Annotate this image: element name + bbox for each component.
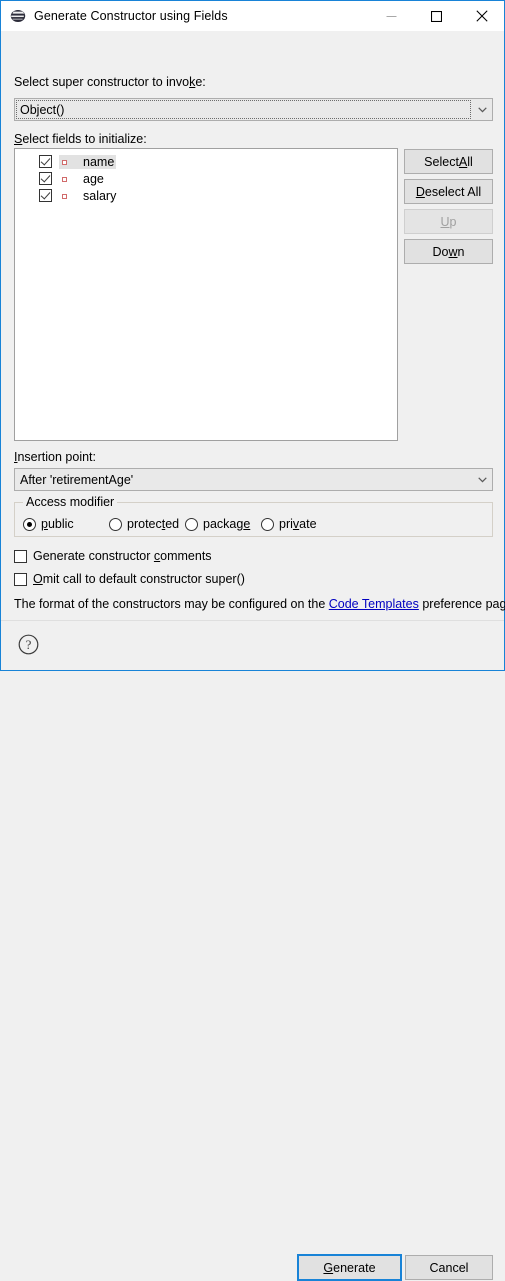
access-modifier-options: public protected package private (23, 517, 317, 531)
radio-mark-icon (185, 517, 198, 531)
generate-constructor-comments-checkbox[interactable]: Generate constructor comments (14, 549, 212, 563)
eclipse-icon (10, 8, 26, 24)
checkbox-mark-icon (14, 572, 27, 586)
generate-button[interactable]: Generate (297, 1254, 402, 1281)
cancel-button[interactable]: Cancel (405, 1255, 493, 1280)
radio-public[interactable]: public (23, 517, 109, 531)
hint-text-after: preference page. (422, 597, 505, 611)
private-field-icon (59, 190, 71, 202)
dialog-footer: ? Generate Cancel (1, 620, 504, 1281)
access-modifier-group: Access modifier public protected package… (14, 495, 493, 537)
insertion-point-combo[interactable]: After 'retirementAge' (14, 468, 493, 491)
field-name: name (81, 154, 117, 169)
radio-private[interactable]: private (261, 517, 317, 531)
radio-label: package (203, 517, 251, 531)
maximize-icon[interactable] (414, 1, 459, 31)
list-item[interactable]: name (15, 153, 397, 170)
move-down-button[interactable]: Do w n (404, 239, 493, 264)
select-all-button[interactable]: Select All (404, 149, 493, 174)
radio-label: private (279, 517, 317, 531)
chevron-down-icon (472, 476, 492, 483)
checkbox-mark-icon (14, 549, 27, 563)
chevron-down-icon (472, 106, 492, 113)
insertion-point-label: Insertion point: (14, 450, 97, 464)
radio-label: public (41, 517, 74, 531)
radio-mark-icon (23, 517, 36, 531)
fields-list[interactable]: name age salary (14, 148, 398, 441)
title-bar[interactable]: Generate Constructor using Fields (1, 1, 504, 31)
checkbox-label: Generate constructor comments (33, 549, 212, 563)
insertion-point-value: After 'retirementAge' (20, 472, 134, 487)
field-name: salary (83, 188, 117, 203)
field-name: age (83, 171, 104, 186)
code-templates-link[interactable]: Code Templates (329, 597, 419, 611)
svg-text:?: ? (26, 637, 32, 652)
radio-protected[interactable]: protected (109, 517, 185, 531)
super-constructor-label: Select super constructor to invoke: (14, 75, 206, 89)
move-up-button: Up (404, 209, 493, 234)
field-checkbox[interactable] (39, 172, 52, 185)
radio-package[interactable]: package (185, 517, 261, 531)
super-constructor-value: Object() (20, 102, 65, 117)
radio-label: protected (127, 517, 180, 531)
access-modifier-title: Access modifier (23, 495, 118, 509)
hint-text-before: The format of the constructors may be co… (14, 597, 329, 611)
close-icon[interactable] (459, 1, 504, 31)
radio-mark-icon (261, 517, 274, 531)
dialog-content: Select super constructor to invoke: Obje… (1, 31, 505, 641)
private-field-icon (59, 156, 71, 168)
field-checkbox[interactable] (39, 155, 52, 168)
list-item[interactable]: salary (15, 187, 397, 204)
field-checkbox[interactable] (39, 189, 52, 202)
help-icon[interactable]: ? (18, 634, 39, 655)
window-controls (369, 1, 504, 31)
minimize-icon[interactable] (369, 1, 414, 31)
omit-super-call-checkbox[interactable]: Omit call to default constructor super() (14, 572, 245, 586)
list-item[interactable]: age (15, 170, 397, 187)
radio-mark-icon (109, 517, 122, 531)
checkbox-label: Omit call to default constructor super() (33, 572, 245, 586)
deselect-all-button[interactable]: Deselect All (404, 179, 493, 204)
window-title: Generate Constructor using Fields (34, 9, 228, 23)
super-constructor-combo[interactable]: Object() (14, 98, 493, 121)
private-field-icon (59, 173, 71, 185)
select-fields-label: Select fields to initialize: (14, 132, 147, 146)
format-hint: The format of the constructors may be co… (14, 597, 505, 611)
dialog-window: Generate Constructor using Fields Select (0, 0, 505, 1281)
